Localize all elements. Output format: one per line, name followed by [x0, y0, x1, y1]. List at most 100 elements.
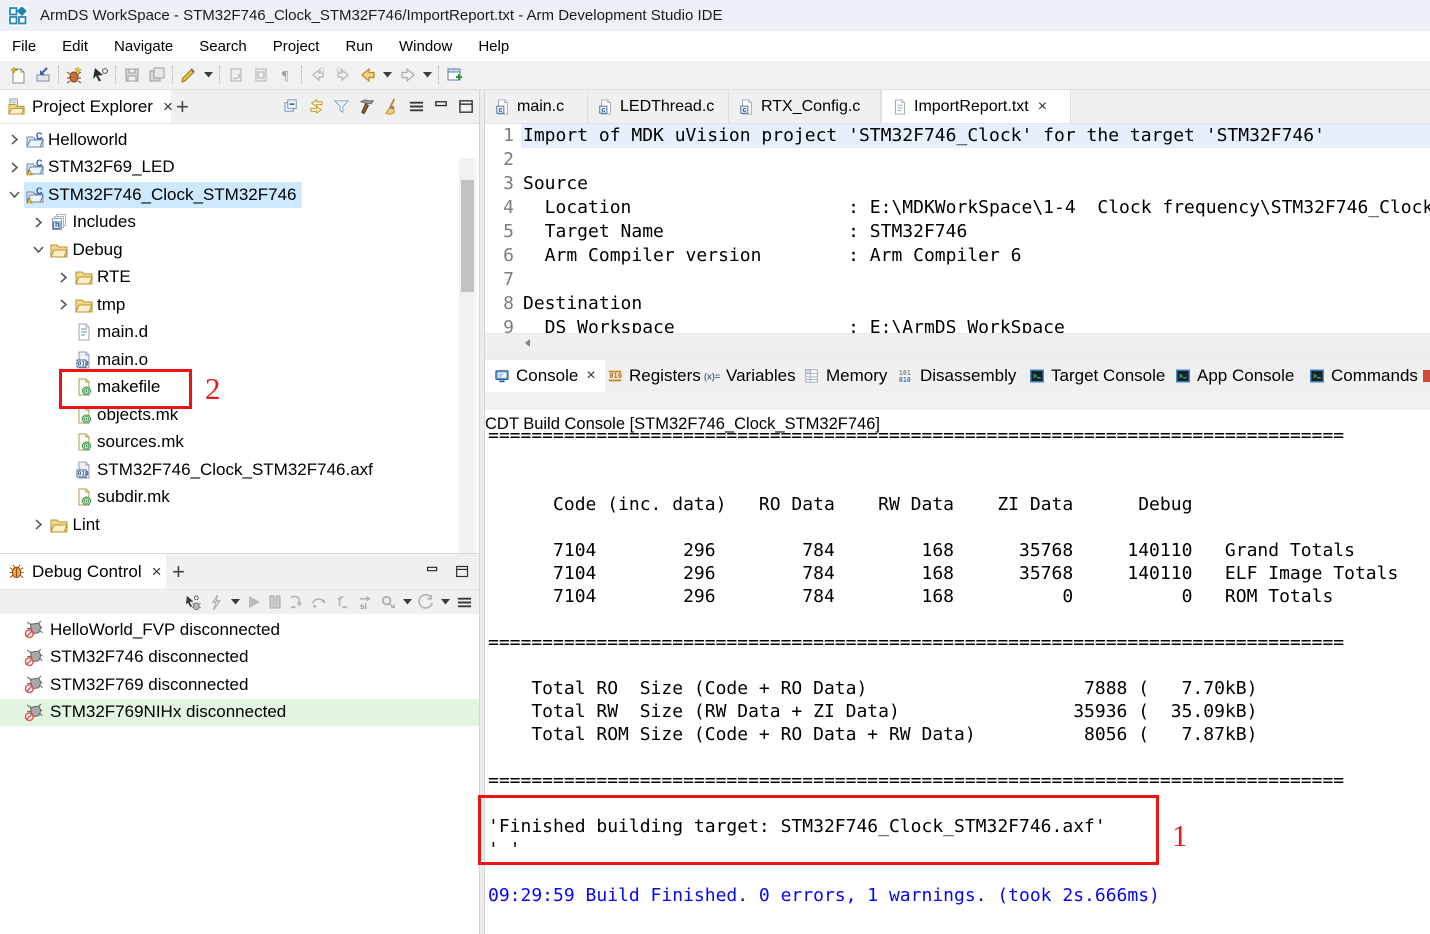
scroll-left-arrow-icon[interactable] — [523, 338, 533, 348]
tree-item-sources-mk[interactable]: sources.mk — [0, 429, 479, 457]
pilcrow-icon[interactable]: ¶ — [273, 64, 298, 86]
editor-tab-main-c[interactable]: cmain.c — [485, 90, 588, 123]
menu-run[interactable]: Run — [345, 38, 373, 55]
collapse-all-icon[interactable] — [282, 98, 300, 116]
save-all-icon[interactable] — [144, 64, 169, 86]
console-tab-console[interactable]: Console× — [485, 360, 605, 392]
console-tab-registers[interactable]: 010Registers — [598, 360, 710, 392]
step-return-icon[interactable] — [334, 592, 351, 612]
chevron-right-icon[interactable] — [29, 213, 49, 231]
dropdown-arrow-icon[interactable] — [201, 64, 216, 86]
tree-item-debug[interactable]: Debug — [0, 236, 479, 264]
tree-item-tmp[interactable]: tmp — [0, 291, 479, 319]
close-icon[interactable]: × — [163, 97, 173, 117]
new-debug-bug-icon[interactable] — [62, 64, 87, 86]
close-icon[interactable]: × — [586, 367, 595, 385]
build-hammer-icon[interactable] — [357, 98, 375, 116]
step-over-icon[interactable] — [311, 592, 328, 612]
chevron-down-icon[interactable] — [29, 241, 49, 259]
tree-item-stm32f69-led[interactable]: CSTM32F69_LED — [0, 154, 479, 182]
tree-item-helloworld[interactable]: CHelloworld — [0, 126, 479, 154]
tree-item-subdir-mk[interactable]: subdir.mk — [0, 484, 479, 512]
back-gold-icon[interactable] — [355, 64, 380, 86]
chevron-right-icon[interactable] — [53, 296, 73, 314]
debug-target-stm32f769[interactable]: STM32F769 disconnected — [0, 671, 479, 699]
dropdown-arrow-icon[interactable] — [403, 592, 412, 612]
close-icon[interactable]: × — [152, 562, 162, 582]
tree-item-lint[interactable]: Lint — [0, 511, 479, 539]
menu-window[interactable]: Window — [399, 38, 452, 55]
console-tab-target-console[interactable]: Target Console — [1020, 360, 1174, 392]
scrollbar-thumb[interactable] — [461, 180, 474, 292]
console-tab-variables[interactable]: (x)=Variables — [695, 360, 805, 392]
vertical-scrollbar[interactable] — [459, 158, 476, 553]
menu-help[interactable]: Help — [478, 38, 509, 55]
link-editor-icon[interactable] — [307, 98, 325, 116]
dropdown-arrow-icon[interactable] — [380, 64, 395, 86]
import-icon[interactable] — [30, 64, 55, 86]
disconnect-keys-icon[interactable] — [380, 592, 397, 612]
debug-target-helloworld_fvp[interactable]: HelloWorld_FVP disconnected — [0, 616, 479, 644]
pause-icon[interactable] — [268, 592, 282, 612]
tree-item-stm32f746-clock-stm32f746[interactable]: CSTM32F746_Clock_STM32F746 — [0, 181, 479, 209]
menu-file[interactable]: File — [12, 38, 36, 55]
debug-target-stm32f769nihx[interactable]: STM32F769NIHx disconnected — [0, 699, 479, 727]
console-tab-app-console[interactable]: App Console — [1166, 360, 1303, 392]
run-pointer-icon[interactable] — [87, 64, 112, 86]
menu-navigate[interactable]: Navigate — [114, 38, 173, 55]
tree-item-includes[interactable]: hIncludes — [0, 209, 479, 237]
chevron-right-icon[interactable] — [4, 131, 24, 149]
chevron-right-icon[interactable] — [53, 268, 73, 286]
open-element-icon[interactable] — [248, 64, 273, 86]
filter-icon[interactable] — [332, 98, 350, 116]
forward-grey-icon[interactable] — [395, 64, 420, 86]
chevron-right-icon[interactable] — [29, 516, 49, 534]
refresh-icon[interactable] — [418, 592, 435, 612]
tree-item-rte[interactable]: RTE — [0, 264, 479, 292]
forward-star-icon[interactable] — [330, 64, 355, 86]
dropdown-arrow-icon[interactable] — [231, 592, 240, 612]
editor-area[interactable]: 1Import of MDK uVision project 'STM32F74… — [485, 124, 1430, 333]
minimize-icon[interactable] — [423, 563, 441, 581]
step-into-icon[interactable] — [288, 592, 305, 612]
console-tab-commands[interactable]: Commands — [1300, 360, 1427, 392]
open-perspective-icon[interactable] — [442, 64, 467, 86]
menu-search[interactable]: Search — [199, 38, 247, 55]
debug-target-stm32f746[interactable]: STM32F746 disconnected — [0, 644, 479, 672]
build-doc-icon[interactable] — [223, 64, 248, 86]
play-icon[interactable] — [246, 592, 262, 612]
editor-tab-rtx-config-c[interactable]: cRTX_Config.c — [729, 90, 881, 123]
new-view-tab-button[interactable]: + — [176, 90, 189, 123]
chevron-down-icon[interactable] — [4, 186, 24, 204]
editor-console-splitter[interactable] — [485, 352, 1430, 360]
tree-item-main-d[interactable]: main.d — [0, 319, 479, 347]
console-tab-memory[interactable]: Memory — [795, 360, 896, 392]
dropdown-arrow-icon[interactable] — [420, 64, 435, 86]
tab-debug-control[interactable]: Debug Control × — [0, 554, 166, 589]
dropdown-arrow-icon[interactable] — [441, 592, 450, 612]
clean-broom-icon[interactable] — [382, 98, 400, 116]
new-view-tab-button[interactable]: + — [172, 554, 185, 589]
debug-pointer-icon[interactable] — [185, 592, 202, 612]
view-menu-icon[interactable] — [456, 592, 473, 612]
minimize-icon[interactable] — [432, 98, 450, 116]
editor-tab-ledthread-c[interactable]: cLEDThread.c — [588, 90, 729, 123]
close-icon[interactable]: × — [1038, 98, 1047, 116]
highlighter-icon[interactable] — [176, 64, 201, 86]
tree-item-stm32f746-clock-stm32f746-axf[interactable]: 010STM32F746_Clock_STM32F746.axf — [0, 456, 479, 484]
save-icon[interactable] — [119, 64, 144, 86]
new-wizard-icon[interactable] — [5, 64, 30, 86]
horizontal-scrollbar[interactable] — [485, 333, 1430, 352]
step-instruction-icon[interactable]: si — [357, 592, 374, 612]
menu-project[interactable]: Project — [273, 38, 320, 55]
chevron-right-icon[interactable] — [4, 158, 24, 176]
tab-project-explorer[interactable]: Project Explorer × — [0, 90, 171, 123]
view-menu-icon[interactable] — [407, 98, 425, 116]
console-tab-disassembly[interactable]: 101010Disassembly — [889, 360, 1025, 392]
editor-tab-importreport-txt[interactable]: ImportReport.txt× — [881, 90, 1071, 123]
menu-edit[interactable]: Edit — [62, 38, 88, 55]
back-star-icon[interactable] — [305, 64, 330, 86]
maximize-icon[interactable] — [453, 563, 471, 581]
maximize-icon[interactable] — [457, 98, 475, 116]
connect-lightning-icon[interactable] — [208, 592, 225, 612]
